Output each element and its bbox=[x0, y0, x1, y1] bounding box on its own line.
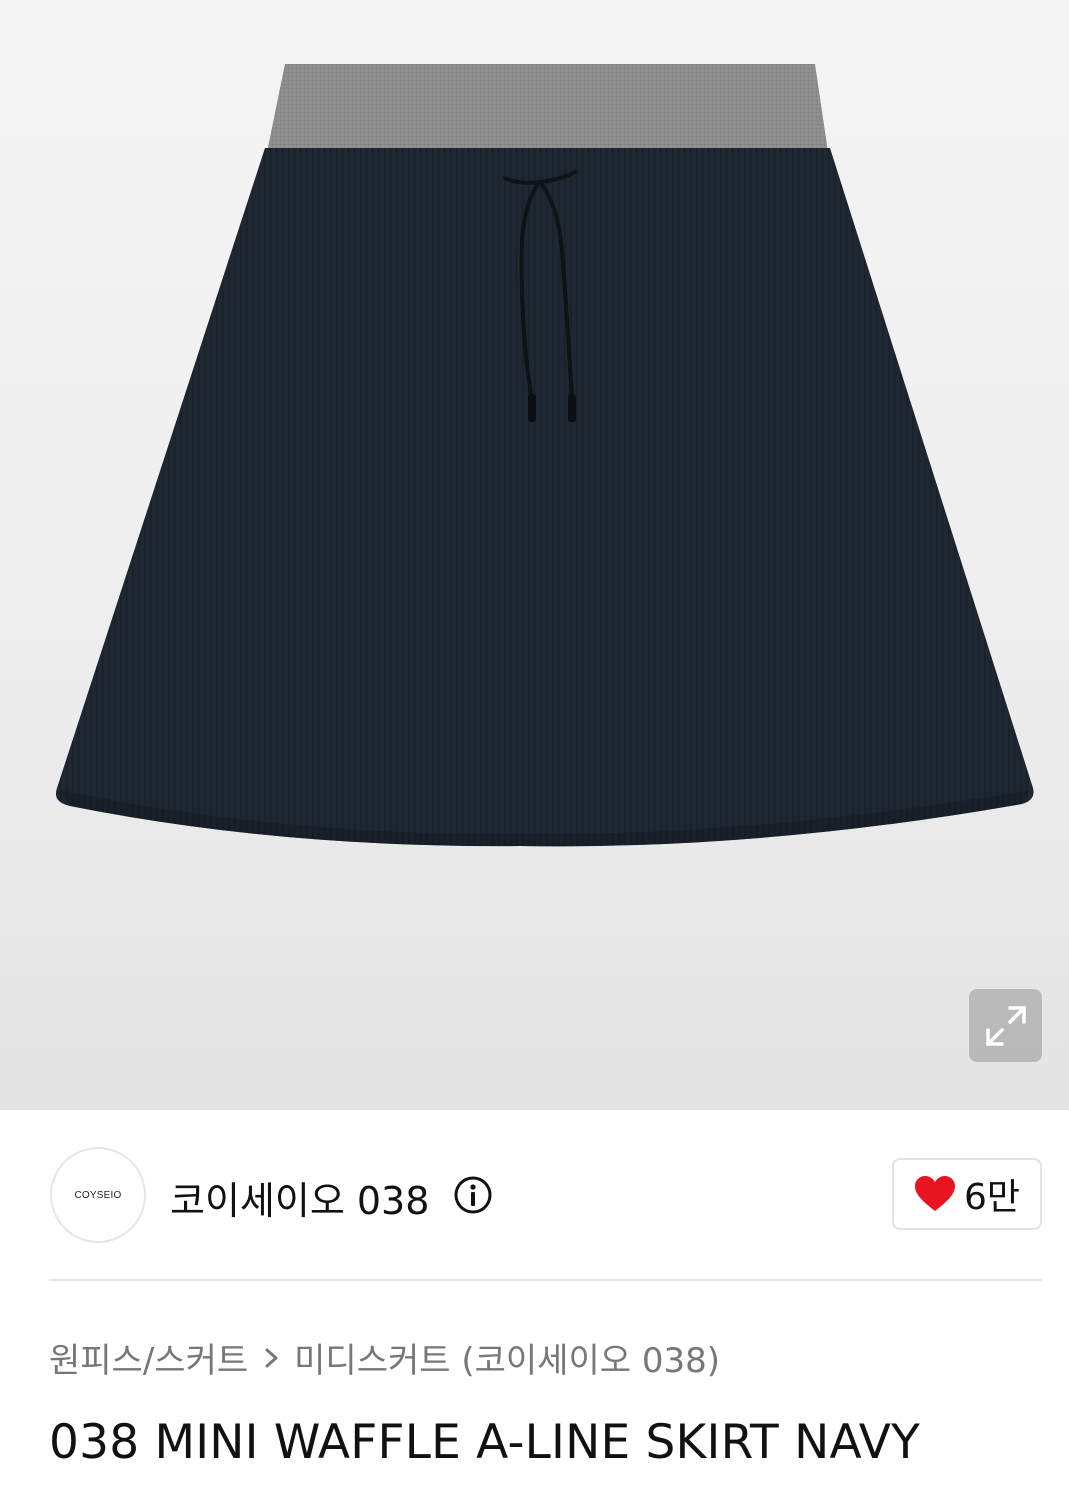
breadcrumb-category[interactable]: 원피스/스커트 bbox=[49, 1333, 248, 1382]
heart-icon bbox=[914, 1176, 955, 1211]
brand-logo[interactable]: COYSEIO bbox=[50, 1147, 146, 1243]
product-image[interactable] bbox=[0, 0, 1069, 1110]
breadcrumb-subcategory[interactable]: 미디스커트 (코이세이오 038) bbox=[294, 1333, 720, 1382]
skirt-body bbox=[55, 148, 1034, 847]
like-count: 6만 bbox=[963, 1177, 1021, 1218]
product-image-area[interactable] bbox=[0, 0, 1069, 1110]
product-title: 038 MINI WAFFLE A-LINE SKIRT NAVY bbox=[49, 1415, 921, 1470]
info-circle-icon[interactable] bbox=[453, 1175, 493, 1215]
like-button[interactable]: 6만 bbox=[892, 1158, 1042, 1230]
expand-image-button[interactable] bbox=[969, 989, 1042, 1062]
brand-name[interactable]: 코이세이오 038 bbox=[170, 1170, 429, 1225]
skirt-waistband bbox=[267, 64, 828, 152]
brand-logo-text: COYSEIO bbox=[74, 1189, 122, 1201]
divider bbox=[49, 1279, 1042, 1281]
brand-row: COYSEIO 코이세이오 038 6만 bbox=[0, 1110, 1069, 1280]
breadcrumb: 원피스/스커트 미디스커트 (코이세이오 038) bbox=[49, 1333, 720, 1382]
expand-icon bbox=[985, 1005, 1026, 1046]
chevron-right-icon bbox=[262, 1344, 282, 1372]
